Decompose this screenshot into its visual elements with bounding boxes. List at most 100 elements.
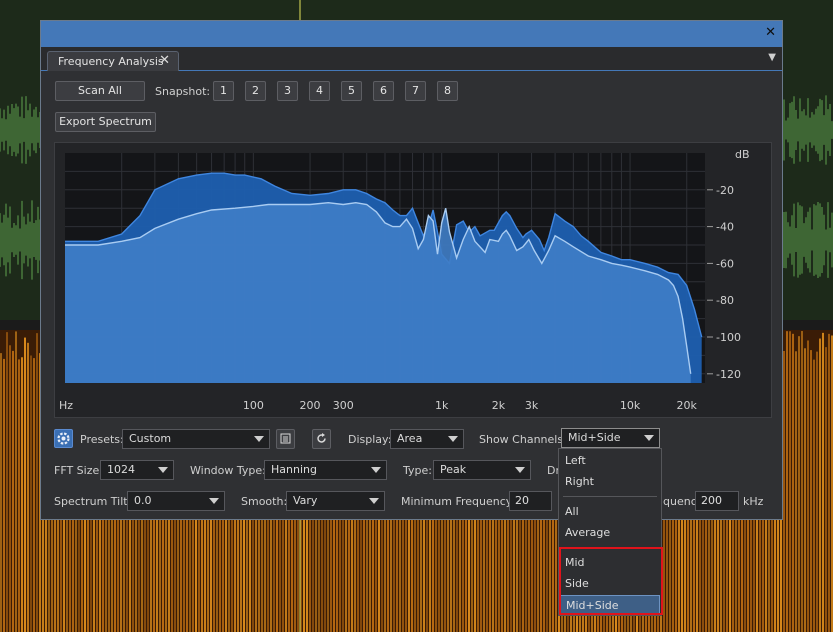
- x-tick-label: 1k: [435, 399, 449, 412]
- menu-item-right[interactable]: Right: [560, 472, 660, 492]
- display-dropdown[interactable]: Area: [390, 429, 464, 449]
- chevron-down-icon: [209, 498, 219, 504]
- spectrogram-column: [789, 331, 791, 632]
- minimum-frequency-input[interactable]: 20: [509, 491, 552, 511]
- frequency-spectrum-chart: dB -20 -40 -60 -80 -100 -120 Hz 100 200 300 1k 2k 3k 1…: [54, 142, 772, 418]
- spectrogram-column: [18, 359, 20, 632]
- chevron-down-icon: [448, 436, 458, 442]
- chevron-down-icon: [371, 467, 381, 473]
- export-spectrum-button[interactable]: Export Spectrum: [55, 112, 156, 132]
- panel-tabstrip: Frequency Analysis ✕ ▼: [41, 47, 782, 71]
- x-tick-label: 2k: [492, 399, 506, 412]
- window-close-icon[interactable]: ✕: [765, 25, 776, 40]
- x-tick-label: 100: [243, 399, 264, 412]
- panel-menu-icon[interactable]: ▼: [768, 52, 776, 63]
- spectrum-tilt-value: 0.0: [134, 494, 152, 507]
- spectrogram-column: [798, 336, 800, 632]
- x-tick-label: 3k: [525, 399, 539, 412]
- spectrogram-column: [819, 338, 821, 632]
- x-tick-label: 300: [333, 399, 354, 412]
- show-channels-dropdown[interactable]: Mid+Side: [561, 428, 660, 448]
- spectrogram-column: [813, 359, 815, 632]
- menu-separator: [563, 496, 657, 497]
- snapshot-6-button[interactable]: 6: [373, 81, 394, 101]
- chevron-down-icon: [369, 498, 379, 504]
- highlight-box: [559, 547, 663, 615]
- window-type-value: Hanning: [271, 463, 317, 476]
- snapshot-label: Snapshot:: [155, 85, 211, 98]
- display-value: Area: [397, 432, 423, 445]
- spectrogram-column: [3, 358, 5, 632]
- spectrum-tilt-dropdown[interactable]: 0.0: [127, 491, 225, 511]
- spectrogram-column: [822, 332, 824, 632]
- smooth-dropdown[interactable]: Vary: [286, 491, 385, 511]
- fft-size-dropdown[interactable]: 1024: [100, 460, 174, 480]
- spectrogram-column: [825, 347, 827, 632]
- spectrum-tilt-label: Spectrum Tilt:: [54, 495, 132, 508]
- type-label: Type:: [403, 464, 432, 477]
- y-tick-label: -120: [716, 368, 741, 381]
- y-tick-label: -40: [716, 221, 734, 234]
- presets-label: Presets:: [80, 433, 124, 446]
- settings-gear-icon[interactable]: [54, 429, 73, 448]
- y-tick-label: -60: [716, 257, 734, 270]
- maximum-frequency-input[interactable]: 200: [695, 491, 739, 511]
- display-label: Display:: [348, 433, 392, 446]
- snapshot-7-button[interactable]: 7: [405, 81, 426, 101]
- type-dropdown[interactable]: Peak: [433, 460, 531, 480]
- spectrum-svg: dB -20 -40 -60 -80 -100 -120 Hz 100 200 300 1k 2k 3k 1…: [59, 148, 750, 412]
- snapshot-3-button[interactable]: 3: [277, 81, 298, 101]
- y-tick-label: -80: [716, 294, 734, 307]
- type-value: Peak: [440, 463, 467, 476]
- snapshot-5-button[interactable]: 5: [341, 81, 362, 101]
- snapshot-2-button[interactable]: 2: [245, 81, 266, 101]
- chevron-down-icon: [254, 436, 264, 442]
- spectrogram-column: [807, 340, 809, 632]
- x-tick-label: 20k: [677, 399, 698, 412]
- spectrogram-column: [786, 331, 788, 632]
- chevron-down-icon: [515, 467, 525, 473]
- preset-list-icon[interactable]: [276, 429, 295, 449]
- spectrogram-column: [795, 351, 797, 632]
- spectrogram-column: [24, 337, 26, 632]
- spectrogram-column: [33, 358, 35, 632]
- spectrogram-column: [12, 350, 14, 632]
- snapshot-8-button[interactable]: 8: [437, 81, 458, 101]
- spectrogram-column: [804, 348, 806, 632]
- window-type-dropdown[interactable]: Hanning: [264, 460, 387, 480]
- x-axis-unit-label: Hz: [59, 399, 73, 412]
- spectrogram-column: [21, 357, 23, 632]
- menu-item-average[interactable]: Average: [560, 523, 660, 543]
- spectrogram-column: [792, 333, 794, 632]
- y-tick-label: -20: [716, 184, 734, 197]
- spectrogram-column: [30, 355, 32, 632]
- smooth-label: Smooth:: [241, 495, 288, 508]
- fft-size-value: 1024: [107, 463, 135, 476]
- spectrogram-column: [783, 350, 785, 632]
- spectrogram-column: [816, 351, 818, 632]
- spectrogram-column: [9, 345, 11, 632]
- spectrogram-column: [810, 350, 812, 632]
- tab-frequency-analysis[interactable]: Frequency Analysis ✕: [47, 51, 179, 71]
- refresh-icon[interactable]: [312, 429, 331, 449]
- maximum-frequency-unit: kHz: [743, 495, 764, 508]
- snapshot-4-button[interactable]: 4: [309, 81, 330, 101]
- snapshot-1-button[interactable]: 1: [213, 81, 234, 101]
- tab-title: Frequency Analysis: [58, 55, 164, 68]
- y-axis-unit-label: dB: [735, 148, 750, 161]
- show-channels-label: Show Channels:: [479, 433, 567, 446]
- frequency-analysis-panel: ✕ Frequency Analysis ✕ ▼ Scan All Snapsh…: [40, 20, 783, 520]
- panel-titlebar[interactable]: ✕: [41, 21, 782, 47]
- spectrogram-column: [15, 331, 17, 632]
- presets-value: Custom: [129, 432, 172, 445]
- menu-item-left[interactable]: Left: [560, 451, 660, 471]
- chevron-down-icon: [158, 467, 168, 473]
- presets-dropdown[interactable]: Custom: [122, 429, 270, 449]
- show-channels-value: Mid+Side: [568, 431, 621, 444]
- scan-all-button[interactable]: Scan All: [55, 81, 145, 101]
- window-type-label: Window Type:: [190, 464, 266, 477]
- x-tick-label: 10k: [620, 399, 641, 412]
- spectrogram-column: [6, 332, 8, 632]
- tab-close-icon[interactable]: ✕: [159, 53, 170, 68]
- menu-item-all[interactable]: All: [560, 502, 660, 522]
